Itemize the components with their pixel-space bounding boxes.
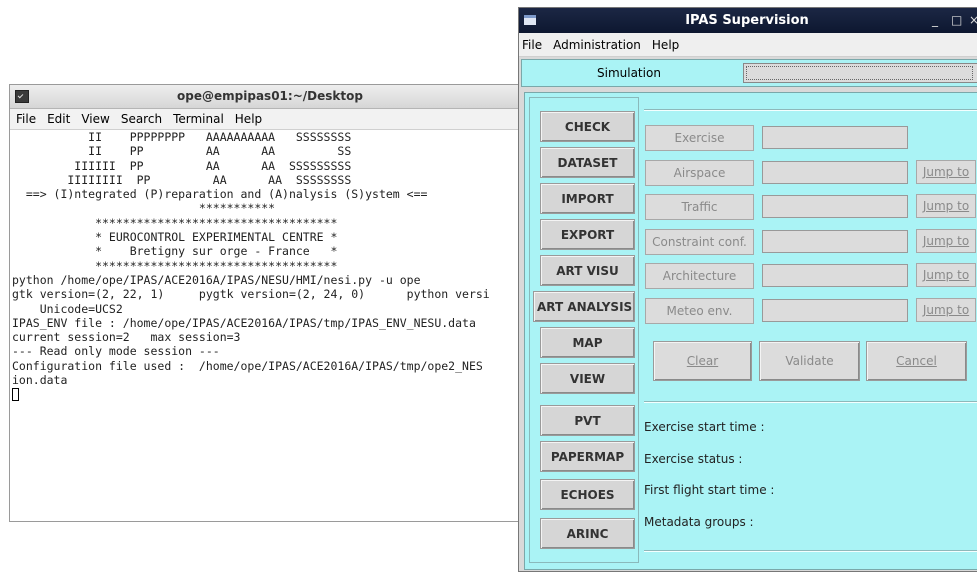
menu-terminal[interactable]: Terminal <box>173 112 224 126</box>
terminal-line: *********************************** <box>12 258 338 273</box>
cancel-button-label: Cancel <box>896 354 937 368</box>
art-analysis-button[interactable]: ART ANALYSIS <box>533 291 635 322</box>
arinc-button[interactable]: ARINC <box>540 518 635 549</box>
terminal-cursor <box>12 388 19 402</box>
terminal-line: ==> (I)ntegrated (P)reparation and (A)na… <box>12 187 428 202</box>
simulation-select-value <box>746 66 973 80</box>
terminal-line: * EUROCONTROL EXPERIMENTAL CENTRE * <box>12 230 338 245</box>
menu-file[interactable]: File <box>16 112 36 126</box>
exercise-start-time-label: Exercise start time : <box>644 420 765 434</box>
terminal-window[interactable]: ope@empipas01:~/Desktop File Edit View S… <box>9 84 531 522</box>
clear-button-label: Clear <box>686 354 719 368</box>
close-button[interactable]: × <box>969 13 977 27</box>
menu-search[interactable]: Search <box>121 112 162 126</box>
terminal-menubar: File Edit View Search Terminal Help <box>10 109 530 130</box>
validate-button-label: Validate <box>785 354 834 368</box>
simulation-label: Simulation <box>597 66 661 80</box>
art-visu-button[interactable]: ART VISU <box>540 255 635 286</box>
import-button[interactable]: IMPORT <box>540 183 635 214</box>
meteo-env-field[interactable] <box>762 299 908 322</box>
traffic-button[interactable]: Traffic <box>645 194 754 220</box>
ipas-title: IPAS Supervision <box>685 13 809 28</box>
view-button[interactable]: VIEW <box>540 363 635 394</box>
terminal-titlebar[interactable]: ope@empipas01:~/Desktop <box>10 85 530 109</box>
exercise-field[interactable] <box>762 126 908 149</box>
terminal-line: *********************************** <box>12 215 338 230</box>
terminal-line: *********** <box>12 201 276 216</box>
menu-help[interactable]: Help <box>235 112 262 126</box>
menu-administration[interactable]: Administration <box>553 38 641 52</box>
terminal-line: * Bretigny sur orge - France * <box>12 244 338 259</box>
clear-button[interactable]: Clear <box>653 341 752 381</box>
nav-column: CHECK DATASET IMPORT EXPORT ART VISU ART… <box>529 97 639 563</box>
minimize-button[interactable]: _ <box>932 13 938 27</box>
terminal-line: Configuration file used : /home/ope/IPAS… <box>12 358 483 373</box>
dataset-button[interactable]: DATASET <box>540 147 635 178</box>
simulation-select[interactable] <box>743 63 977 83</box>
meteo-env-button[interactable]: Meteo env. <box>645 298 754 324</box>
constraint-conf-field[interactable] <box>762 230 908 253</box>
terminal-line: IPAS_ENV file : /home/ope/IPAS/ACE2016A/… <box>12 315 476 330</box>
separator <box>644 401 977 403</box>
echoes-button[interactable]: ECHOES <box>540 479 635 510</box>
validate-button[interactable]: Validate <box>759 341 860 381</box>
menu-file[interactable]: File <box>522 38 542 52</box>
terminal-line: gtk version=(2, 22, 1) pygtk version=(2,… <box>12 287 490 302</box>
terminal-title: ope@empipas01:~/Desktop <box>177 89 363 103</box>
terminal-output[interactable]: II PPPPPPPP AAAAAAAAAA SSSSSSSS II PP AA… <box>12 130 530 521</box>
ipas-titlebar[interactable]: IPAS Supervision _ □ × <box>519 8 977 33</box>
terminal-line: ion.data <box>12 373 68 388</box>
cancel-button[interactable]: Cancel <box>866 341 967 381</box>
terminal-line: --- Read only mode session --- <box>12 344 220 359</box>
terminal-line: Unicode=UCS2 <box>12 301 123 316</box>
separator <box>644 550 977 552</box>
terminal-line: python /home/ope/IPAS/ACE2016A/IPAS/NESU… <box>12 272 421 287</box>
constraint-conf-jump-button[interactable]: Jump to <box>916 229 976 253</box>
meteo-env-jump-button[interactable]: Jump to <box>916 298 976 322</box>
exercise-button[interactable]: Exercise <box>645 125 754 151</box>
papermap-button[interactable]: PAPERMAP <box>540 441 635 472</box>
terminal-line: current session=2 max session=3 <box>12 330 241 345</box>
export-button[interactable]: EXPORT <box>540 219 635 250</box>
ipas-menubar: File Administration Help <box>519 33 977 57</box>
menu-edit[interactable]: Edit <box>47 112 70 126</box>
exercise-status-label: Exercise status : <box>644 452 743 466</box>
architecture-field[interactable] <box>762 264 908 287</box>
menu-view[interactable]: View <box>81 112 109 126</box>
terminal-line: II PP AA AA SS <box>12 144 352 159</box>
ipas-window[interactable]: IPAS Supervision _ □ × File Administrati… <box>518 7 977 572</box>
maximize-button[interactable]: □ <box>951 13 962 27</box>
airspace-field[interactable] <box>762 161 908 184</box>
simulation-bar: Simulation <box>521 59 977 87</box>
terminal-cursor-line <box>12 387 530 402</box>
pvt-button[interactable]: PVT <box>540 405 635 436</box>
constraint-conf-button[interactable]: Constraint conf. <box>645 229 754 255</box>
main-panel: CHECK DATASET IMPORT EXPORT ART VISU ART… <box>524 92 977 570</box>
first-flight-start-time-label: First flight start time : <box>644 483 775 497</box>
terminal-line: IIIIIIII PP AA AA SSSSSSSS <box>12 172 352 187</box>
check-button[interactable]: CHECK <box>540 111 635 142</box>
menu-help[interactable]: Help <box>652 38 679 52</box>
architecture-button[interactable]: Architecture <box>645 263 754 289</box>
terminal-line: IIIIII PP AA AA SSSSSSSSS <box>12 158 352 173</box>
terminal-line: II PPPPPPPP AAAAAAAAAA SSSSSSSS <box>12 130 352 144</box>
separator <box>644 109 977 111</box>
architecture-jump-button[interactable]: Jump to <box>916 263 976 287</box>
airspace-jump-button[interactable]: Jump to <box>916 160 976 184</box>
airspace-button[interactable]: Airspace <box>645 160 754 186</box>
map-button[interactable]: MAP <box>540 327 635 358</box>
traffic-jump-button[interactable]: Jump to <box>916 194 976 218</box>
traffic-field[interactable] <box>762 195 908 218</box>
metadata-groups-label: Metadata groups : <box>644 515 754 529</box>
